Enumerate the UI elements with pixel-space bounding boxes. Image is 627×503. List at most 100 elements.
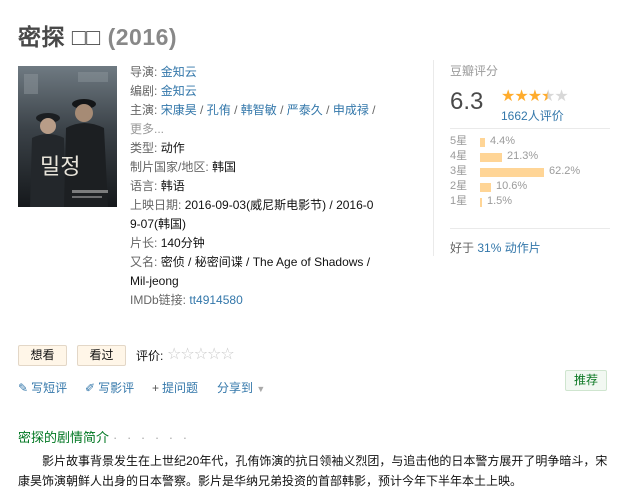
release-value-1: 2016-09-03(威尼斯电影节) / 2016-0 — [184, 198, 374, 212]
genre-row: 类型: 动作 — [130, 139, 420, 158]
language-row: 语言: 韩语 — [130, 177, 420, 196]
synopsis-dots: · · · · · · — [113, 430, 191, 445]
rating-dist-row: 1星 1.5% — [450, 194, 610, 209]
movie-poster[interactable]: 밀정 — [18, 66, 117, 207]
rating-dist-bar — [480, 138, 485, 147]
rating-dist-percent: 4.4% — [490, 135, 516, 147]
rating-dist-label: 4星 — [450, 150, 468, 162]
rating-dist-label: 2星 — [450, 180, 468, 192]
genre-label: 类型: — [130, 141, 158, 155]
pencil-icon: ✐ — [85, 381, 96, 395]
writer-link[interactable]: 金知云 — [161, 84, 197, 98]
movie-year: (2016) — [107, 24, 178, 50]
rating-panel: 豆瓣评分 6.3 ★★★★★ 1662人评价 5星 4.4% 4星 21.3% 3星 62… — [433, 60, 610, 256]
imdb-row: IMDb链接: tt4914580 — [130, 291, 420, 310]
movie-title: 密探 □□ — [18, 24, 101, 50]
rating-dist-percent: 10.6% — [496, 180, 528, 192]
rating-dist-bar — [480, 168, 544, 177]
rating-dist-row: 4星 21.3% — [450, 149, 610, 164]
better-than-link[interactable]: 31% 动作片 — [477, 241, 540, 255]
rating-stars: ★★★★★ — [501, 86, 569, 106]
poster-image: 밀정 — [18, 66, 117, 207]
share-action[interactable]: 分享到 ▼ — [217, 379, 265, 396]
short-review-link[interactable]: 写短评 — [31, 381, 67, 395]
rating-dist-row: 3星 62.2% — [450, 164, 610, 179]
recommend-button[interactable]: 推荐 — [565, 370, 607, 391]
short-review-action[interactable]: ✎ 写短评 — [18, 379, 67, 396]
imdb-label: IMDb链接: — [130, 293, 187, 307]
runtime-row: 片长: 140分钟 — [130, 234, 420, 253]
synopsis-text: 影片故事背景发生在上世纪20年代，孔侑饰演的抗日领袖义烈团，与追击他的日本警方展… — [18, 454, 608, 488]
page-title: 密探 □□ (2016) — [18, 18, 177, 52]
cast-link[interactable]: 申成禄 — [333, 103, 369, 117]
aka-label: 又名: — [130, 255, 158, 269]
rating-score: 6.3 — [450, 88, 484, 115]
aka-row-cont: Mil-jeong — [130, 272, 420, 291]
rating-dist-percent: 1.5% — [487, 195, 513, 207]
rate-label: 评价: — [136, 349, 164, 363]
rating-votes-link[interactable]: 1662人评价 — [501, 107, 564, 124]
rating-dist-label: 1星 — [450, 195, 468, 207]
synopsis-heading: 密探的剧情简介 · · · · · · — [18, 427, 190, 446]
rating-distribution: 5星 4.4% 4星 21.3% 3星 62.2% 2星 10.6% 1星 1.5% — [450, 134, 610, 209]
review-link[interactable]: 写影评 — [98, 381, 134, 395]
plus-icon: + — [152, 381, 160, 395]
question-action[interactable]: + 提问题 — [152, 379, 198, 396]
writer-label: 编剧 — [130, 84, 155, 98]
aka-value-1: 密侦 / 秘密间谍 / The Age of Shadows / — [160, 255, 371, 269]
cast-row: 主演: 宋康昊 / 孔侑 / 韩智敏 / 严泰久 / 申成禄 / — [130, 103, 376, 117]
review-action[interactable]: ✐ 写影评 — [85, 379, 134, 396]
rating-divider — [450, 128, 610, 129]
rating-dist-bar — [480, 153, 502, 162]
director-label: 导演 — [130, 65, 155, 79]
more-cast-link[interactable]: 更多... — [130, 122, 164, 136]
watched-button[interactable]: 看过 — [77, 345, 126, 366]
rating-dist-row: 5星 4.4% — [450, 134, 610, 149]
cast-label: 主演 — [130, 103, 155, 117]
question-link[interactable]: 提问题 — [162, 381, 198, 395]
cast-link[interactable]: 孔侑 — [207, 103, 231, 117]
runtime-label: 片长: — [130, 236, 158, 250]
rating-label: 豆瓣评分 — [450, 64, 499, 78]
release-value-2: 9-07(韩国) — [130, 217, 187, 231]
rating-dist-label: 3星 — [450, 165, 468, 177]
aka-value-2: Mil-jeong — [130, 274, 179, 288]
rating-dist-label: 5星 — [450, 135, 468, 147]
movie-info: 导演: 金知云 编剧: 金知云 主演: 宋康昊 / 孔侑 / 韩智敏 / 严泰久… — [130, 63, 420, 310]
cast-link[interactable]: 韩智敏 — [241, 103, 277, 117]
country-row: 制片国家/地区: 韩国 — [130, 158, 420, 177]
rating-dist-bar — [480, 183, 491, 192]
release-label: 上映日期: — [130, 198, 182, 212]
release-row: 上映日期: 2016-09-03(威尼斯电影节) / 2016-0 — [130, 196, 420, 215]
country-value: 韩国 — [212, 160, 237, 174]
country-label: 制片国家/地区: — [130, 160, 209, 174]
rating-divider — [450, 228, 610, 229]
director-link[interactable]: 金知云 — [161, 65, 197, 79]
comment-icon: ✎ — [18, 381, 29, 395]
writer-row: 编剧: 金知云 — [130, 84, 197, 98]
rating-dist-percent: 62.2% — [549, 165, 581, 177]
cast-link[interactable]: 宋康昊 — [161, 103, 197, 117]
language-value: 韩语 — [160, 179, 185, 193]
better-prefix: 好于 — [450, 241, 475, 255]
chevron-down-icon: ▼ — [256, 384, 266, 394]
rating-dist-percent: 21.3% — [507, 150, 539, 162]
poster-title-glyph: 밀정 — [40, 155, 80, 180]
language-label: 语言: — [130, 179, 158, 193]
half-star-icon: ★ — [541, 88, 555, 105]
rating-dist-bar — [480, 198, 482, 207]
cast-link[interactable]: 严泰久 — [287, 103, 323, 117]
want-to-watch-button[interactable]: 想看 — [18, 345, 67, 366]
director-row: 导演: 金知云 — [130, 65, 197, 79]
more-row: 更多... — [130, 120, 420, 139]
rate-stars-input[interactable]: ☆☆☆☆☆ — [167, 344, 235, 364]
star-icon: ★ — [501, 88, 515, 105]
runtime-value: 140分钟 — [160, 236, 205, 250]
aka-row: 又名: 密侦 / 秘密间谍 / The Age of Shadows / — [130, 253, 420, 272]
imdb-link[interactable]: tt4914580 — [189, 293, 242, 307]
star-empty-icon: ★ — [554, 88, 568, 105]
star-icon: ★ — [527, 88, 542, 105]
share-link[interactable]: 分享到 — [217, 381, 253, 395]
release-row-cont: 9-07(韩国) — [130, 215, 420, 234]
synopsis-title: 密探的剧情简介 — [18, 430, 110, 445]
